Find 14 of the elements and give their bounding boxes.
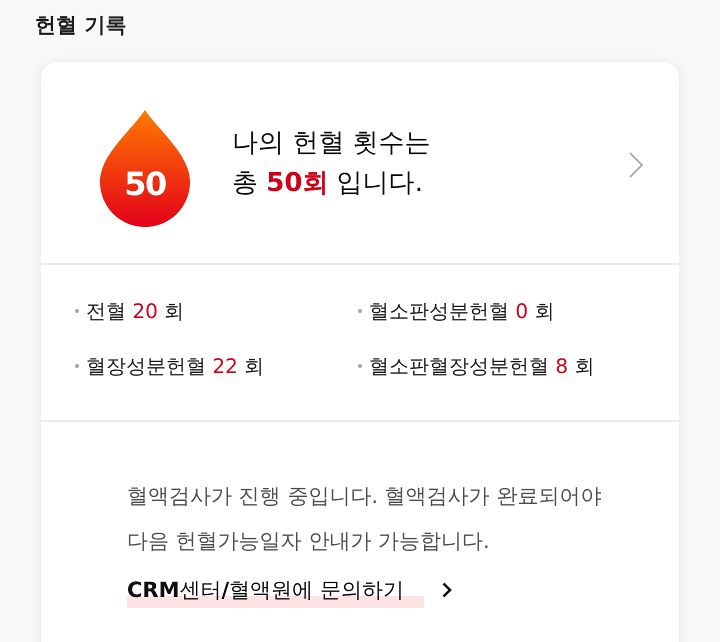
notice-text: 혈액검사가 진행 중입니다. 혈액검사가 완료되어야 다음 헌혈가능일자 안내가 가능합니다.: [127, 483, 602, 555]
donation-type-count: 혈장성분헌혈 22 회: [86, 353, 264, 380]
drop-count-label: 50: [124, 166, 166, 202]
donation-type-count: 혈소판혈장성분헌혈 8 회: [369, 353, 594, 380]
donation-type-count: 혈소판성분헌혈 0 회: [369, 298, 554, 325]
donation-count-text: 나의 헌혈 횟수는 총 50회 입니다.: [232, 126, 431, 200]
blood-drop-icon: [100, 110, 190, 227]
section-title: 헌혈 기록: [35, 12, 126, 39]
donation-type-count: 전혈 20 회: [86, 298, 184, 325]
bullet-icon: [75, 309, 79, 313]
bullet-icon: [358, 364, 362, 368]
bullet-icon: [358, 309, 362, 313]
bullet-icon: [75, 364, 79, 368]
chevron-right-icon[interactable]: [442, 582, 452, 598]
